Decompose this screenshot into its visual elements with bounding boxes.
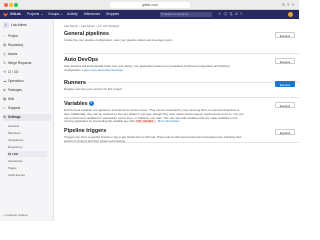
sidebar-item-packages[interactable]: ◈ Packages <box>3 87 51 94</box>
sidebar-item-operations[interactable]: ☁ Operations <box>3 78 51 85</box>
section-general-pipelines: General pipelines Customize your pipelin… <box>64 31 299 54</box>
sidebar-item-label: Packages <box>8 88 22 92</box>
close-window-button[interactable] <box>4 3 8 7</box>
section-title: Pipeline triggers <box>64 128 107 134</box>
sidebar-subitem-general[interactable]: General <box>8 123 19 129</box>
reload-icon[interactable]: ↻ <box>282 2 285 7</box>
help-icon[interactable]: ? <box>240 12 244 16</box>
browser-actions: ↻ ⇪ ＋ <box>282 2 295 8</box>
sidebar-subitem-integrations[interactable]: Integrations <box>8 137 24 143</box>
sidebar-subitem-pages[interactable]: Pages <box>8 165 17 171</box>
nav-activity[interactable]: Activity <box>67 10 78 19</box>
sidebar-item-ci-cd[interactable]: ⟲ CI / CD <box>3 69 51 76</box>
browser-toolbar: gitlab.com ↻ ⇪ ＋ <box>0 0 299 10</box>
sidebar-item-repository[interactable]: ▤ Repository <box>3 42 51 49</box>
more-information-link[interactable]: More information <box>158 119 180 123</box>
sidebar-item-label: Settings <box>8 115 21 119</box>
search-input[interactable]: ⚲ Search or jump to... <box>160 12 212 17</box>
learn-more-link[interactable]: Learn more about Auto DevOps <box>82 68 123 72</box>
gitlab-logo-icon[interactable] <box>3 12 8 17</box>
sidebar-item-label: Wiki <box>8 97 15 101</box>
section-title: Variables? <box>64 101 94 107</box>
nav-projects[interactable]: Projects ⌄ <box>27 10 43 19</box>
section-description: Customize your pipeline configuration, v… <box>64 38 173 42</box>
variable-prefix-code: K8S_SECRET_ <box>135 120 157 124</box>
nav-action-icons: ＋◎⇅☑? <box>218 10 244 19</box>
expand-button[interactable]: Expand <box>274 81 295 87</box>
expand-button[interactable]: Expand <box>274 102 295 108</box>
sidebar-subitem-operations[interactable]: Operations <box>8 158 23 164</box>
section-runners: Runners Register and see your runners fo… <box>64 80 299 98</box>
section-title: Auto DevOps <box>64 57 99 63</box>
sidebar-item-issues[interactable]: ◎ Issues <box>3 51 51 58</box>
search-placeholder: Search or jump to... <box>164 12 191 16</box>
section-description: Register and see your runners for this p… <box>64 87 123 91</box>
sidebar-subitem-audit-events[interactable]: Audit Events <box>8 172 25 178</box>
share-icon[interactable]: ⇪ <box>287 2 290 7</box>
section-description: Auto DevOps will automatically build, te… <box>64 64 244 73</box>
sidebar-item-label: Project <box>8 34 18 38</box>
expand-button[interactable]: Expand <box>274 58 295 64</box>
search-icon: ⚲ <box>161 12 164 16</box>
project-avatar: L <box>3 22 9 29</box>
sidebar-item-label: CI / CD <box>8 70 19 74</box>
breadcrumb[interactable]: Lab Admin › Lab Admin › CI / CD Settings <box>64 24 119 28</box>
address-bar[interactable]: gitlab.com <box>110 2 190 8</box>
sidebar-item-label: Merge Requests <box>8 61 32 65</box>
section-description: Triggers can force a specific branch or … <box>64 135 242 143</box>
top-navigation: GitLab Projects ⌄ Groups ⌄ Activity Mile… <box>0 10 299 19</box>
collapse-sidebar-button[interactable]: « Collapse sidebar <box>3 212 28 218</box>
section-title: Runners <box>64 80 86 86</box>
project-name: Lab Admin <box>11 23 28 27</box>
section-title: General pipelines <box>64 31 109 37</box>
new-tab-icon[interactable]: ＋ <box>291 2 295 7</box>
question-icon[interactable]: ? <box>88 101 94 106</box>
sidebar-item-project[interactable]: ⌂ Project <box>3 33 51 40</box>
expand-button[interactable]: Expand <box>274 32 295 38</box>
maximize-window-button[interactable] <box>14 3 18 7</box>
expand-button[interactable]: Expand <box>274 129 295 135</box>
user-avatar[interactable] <box>288 12 293 17</box>
sidebar-item-settings[interactable]: ⚙ Settings <box>3 114 51 121</box>
brand-name[interactable]: GitLab <box>10 10 21 19</box>
main-content: Lab Admin › Lab Admin › CI / CD Settings… <box>55 19 299 221</box>
sidebar-item-label: Issues <box>8 52 18 56</box>
sidebar-item-label: Operations <box>8 79 24 83</box>
minimize-window-button[interactable] <box>9 3 13 7</box>
sidebar-item-merge-requests[interactable]: ⇅ Merge Requests <box>3 60 51 67</box>
sidebar-item-snippets[interactable]: ✂ Snippets <box>3 105 51 112</box>
section-pipeline-triggers: Pipeline triggers Triggers can force a s… <box>64 128 299 154</box>
section-title-text: Variables <box>64 101 88 107</box>
sidebar-item-wiki[interactable]: ▦ Wiki <box>3 96 51 103</box>
sidebar-subitem-members[interactable]: Members <box>8 130 21 136</box>
sidebar-subitem-ci-cd[interactable]: CI / CD <box>7 151 47 157</box>
sidebar-item-label: Repository <box>8 43 24 47</box>
sidebar-item-label: Snippets <box>8 106 21 110</box>
project-header[interactable]: L Lab Admin <box>3 22 27 29</box>
nav-milestones[interactable]: Milestones <box>84 10 100 19</box>
section-description: Environment variables are applied to env… <box>64 108 244 124</box>
nav-groups[interactable]: Groups ⌄ <box>48 10 63 19</box>
sidebar-subitem-repository[interactable]: Repository <box>8 144 22 150</box>
project-sidebar: L Lab Admin ⌂ Project ▤ Repository ◎ Issues … <box>0 19 54 221</box>
nav-snippets[interactable]: Snippets <box>106 10 119 19</box>
